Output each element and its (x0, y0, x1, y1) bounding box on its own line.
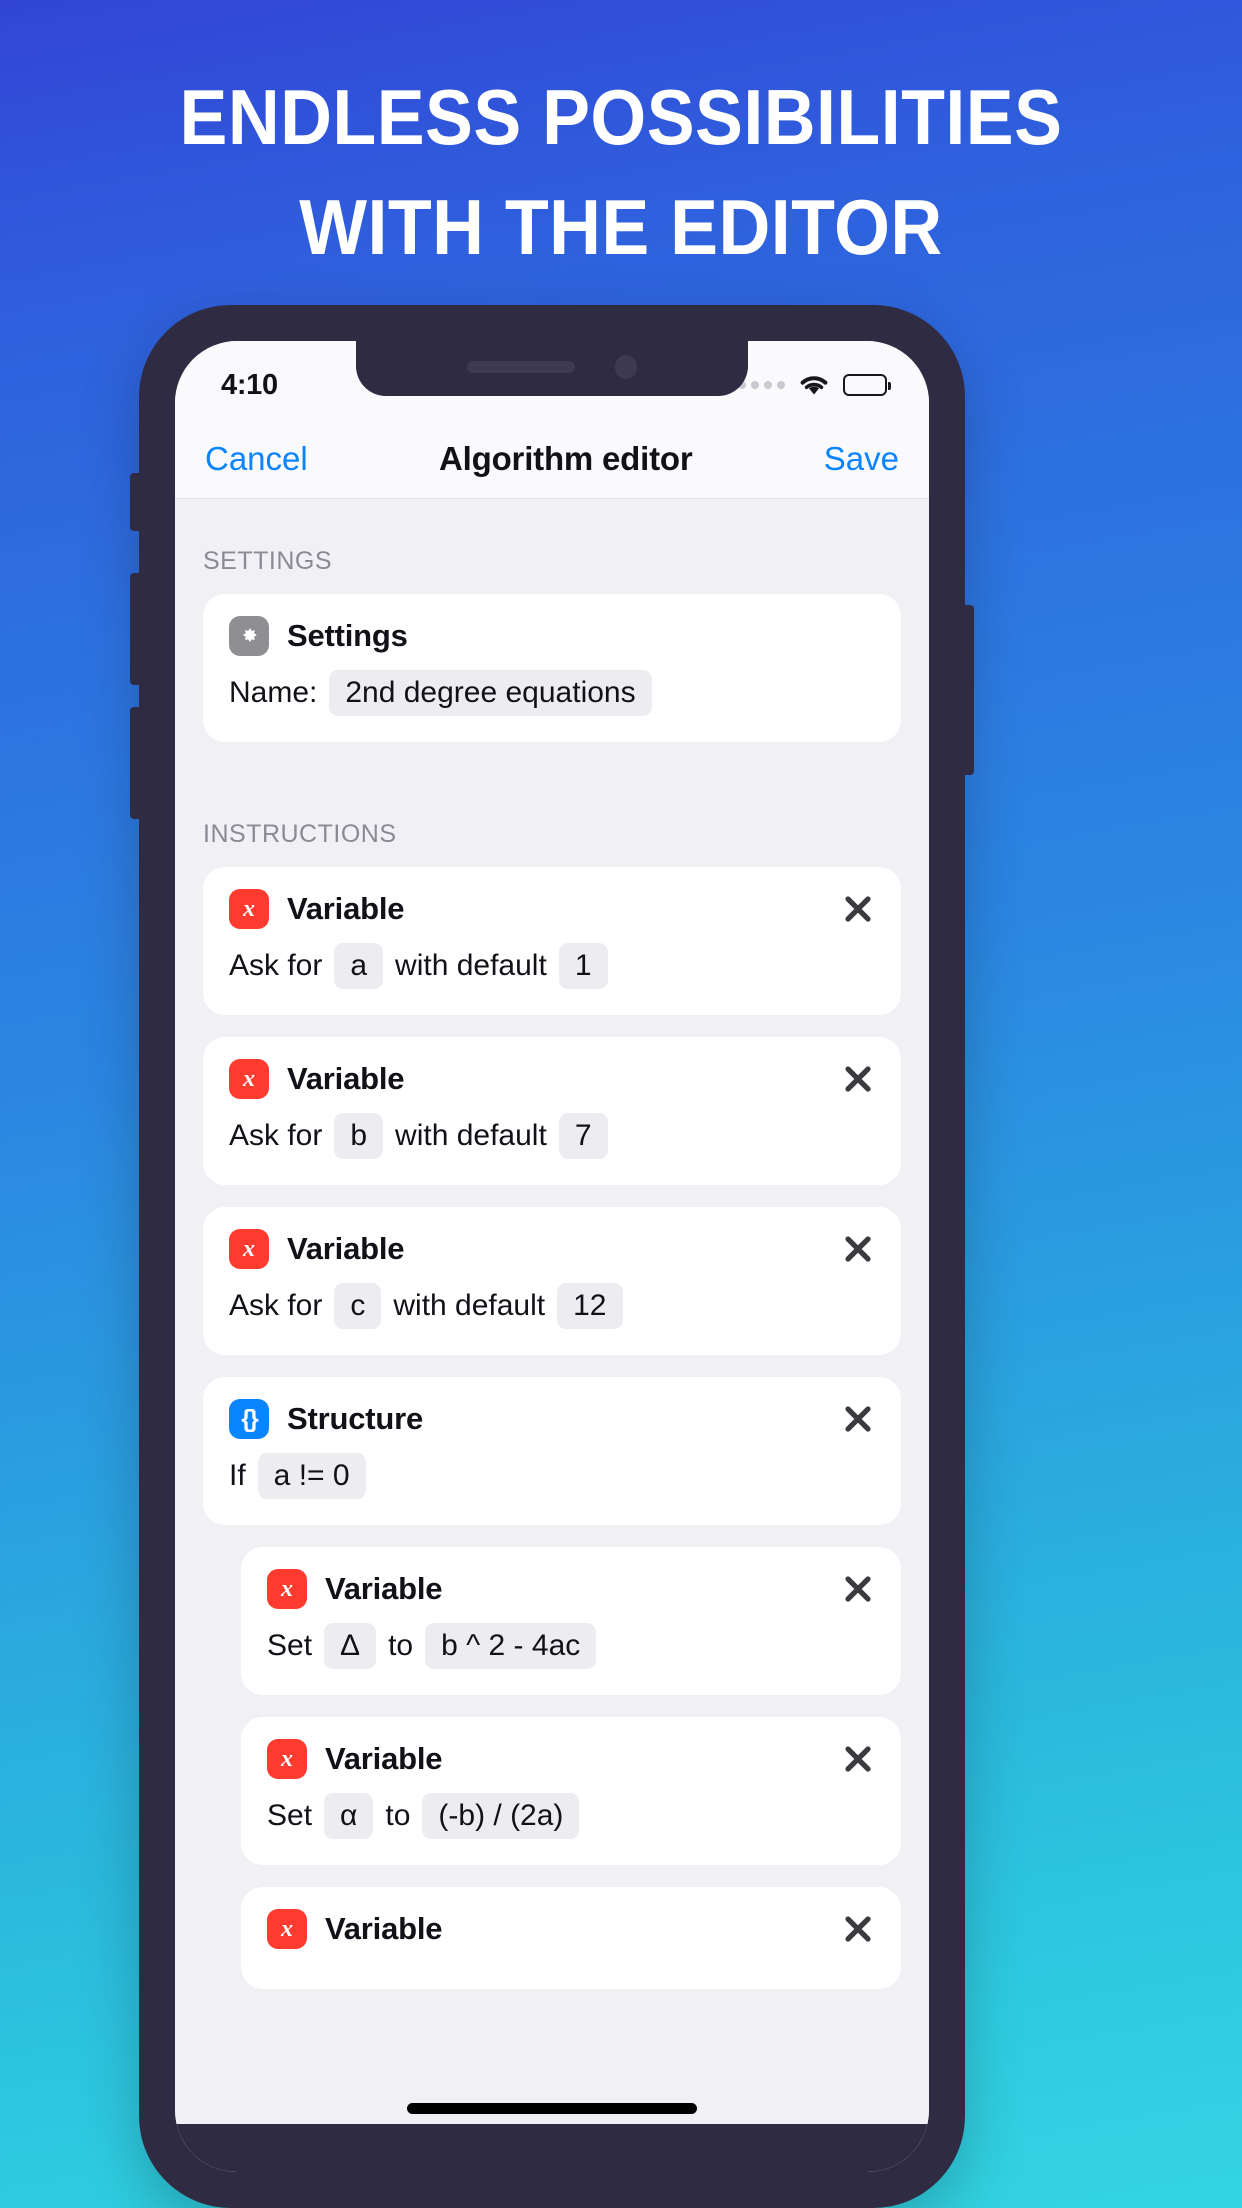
variable-x-icon: x (229, 889, 269, 929)
expression-connector: to (385, 1799, 411, 1832)
status-bar-indicators (738, 373, 891, 397)
power-button[interactable] (962, 605, 974, 775)
instruction-card-title: Variable (287, 1231, 405, 1266)
editor-content[interactable]: SETTINGS Settings Name: 2nd degree equat… (175, 499, 929, 2172)
expression-prefix: Ask for (229, 949, 323, 982)
algorithm-name-input[interactable]: 2nd degree equations (329, 670, 652, 716)
volume-up-button[interactable] (130, 573, 142, 685)
promo-headline: Endless possibilities with the editor (0, 78, 1242, 266)
phone-screen: 4:10 Cancel Algorithm editor Save SETTIN… (175, 341, 929, 2172)
instruction-expression-row: Ask for a with default 1 (229, 943, 875, 989)
close-icon[interactable] (841, 1742, 875, 1776)
expression-token-primary[interactable]: Δ (324, 1623, 377, 1669)
headline-line-2: with the editor (299, 183, 943, 271)
expression-prefix: If (229, 1459, 246, 1492)
volume-down-button[interactable] (130, 707, 142, 819)
instruction-card[interactable]: x Variable Ask for a with default 1 (203, 867, 901, 1015)
instruction-card-title: Variable (325, 1911, 443, 1946)
variable-x-icon: x (267, 1909, 307, 1949)
braces-icon: {} (229, 1399, 269, 1439)
instruction-card-header: x Variable (229, 1059, 875, 1099)
variable-x-icon: x (267, 1569, 307, 1609)
cancel-button[interactable]: Cancel (205, 440, 308, 478)
settings-card[interactable]: Settings Name: 2nd degree equations (203, 594, 901, 742)
instruction-card-header: x Variable (229, 1229, 875, 1269)
instruction-expression-row: Set α to (-b) / (2a) (267, 1793, 875, 1839)
close-icon[interactable] (841, 1572, 875, 1606)
phone-notch (356, 341, 748, 396)
settings-card-title: Settings (287, 618, 408, 653)
expression-prefix: Ask for (229, 1289, 323, 1322)
instruction-card[interactable]: x Variable Set Δto b ^ 2 - 4ac (241, 1547, 901, 1695)
instruction-list: x Variable Ask for a with default 1 x Variable A… (175, 867, 929, 1989)
expression-token-secondary[interactable]: b ^ 2 - 4ac (425, 1623, 597, 1669)
variable-x-icon: x (229, 1229, 269, 1269)
instruction-card-title: Variable (287, 1061, 405, 1096)
screen-bottom-mask (175, 2124, 929, 2172)
expression-prefix: Set (267, 1799, 313, 1832)
instruction-card[interactable]: x Variable (241, 1887, 901, 1989)
settings-name-row: Name: 2nd degree equations (229, 670, 875, 716)
expression-token-primary[interactable]: a != 0 (257, 1453, 366, 1499)
expression-token-primary[interactable]: a (334, 943, 384, 989)
instruction-card-header: x Variable (267, 1569, 875, 1609)
app-store-promo-screenshot: Endless possibilities with the editor 4:… (0, 0, 1242, 2208)
signal-dots-icon (738, 381, 785, 389)
instruction-expression-row: Ask for c with default 12 (229, 1283, 875, 1329)
close-icon[interactable] (841, 892, 875, 926)
instruction-expression-row: Ask for b with default 7 (229, 1113, 875, 1159)
page-title: Algorithm editor (439, 439, 693, 477)
variable-x-icon: x (229, 1059, 269, 1099)
instruction-card[interactable]: x Variable Ask for b with default 7 (203, 1037, 901, 1185)
instruction-card-title: Structure (287, 1401, 424, 1436)
instruction-card[interactable]: {} Structure If a != 0 (203, 1377, 901, 1525)
instruction-card[interactable]: x Variable Set α to (-b) / (2a) (241, 1717, 901, 1865)
expression-token-secondary[interactable]: 12 (557, 1283, 623, 1329)
expression-connector: with default (395, 949, 547, 982)
instruction-card-title: Variable (325, 1571, 443, 1606)
expression-connector: with default (393, 1289, 546, 1322)
instruction-expression-row: Set Δto b ^ 2 - 4ac (267, 1623, 875, 1669)
close-icon[interactable] (841, 1062, 875, 1096)
earpiece-speaker (467, 360, 575, 373)
expression-token-primary[interactable]: c (334, 1283, 382, 1329)
instruction-card-header: x Variable (229, 889, 875, 929)
close-icon[interactable] (841, 1232, 875, 1266)
expression-token-secondary[interactable]: (-b) / (2a) (422, 1793, 580, 1839)
instruction-card[interactable]: x Variable Ask for c with default 12 (203, 1207, 901, 1355)
variable-x-icon: x (267, 1739, 307, 1779)
phone-mockup: 4:10 Cancel Algorithm editor Save SETTIN… (130, 305, 1104, 2208)
wifi-icon (798, 373, 830, 397)
status-bar-clock: 4:10 (221, 368, 278, 401)
expression-prefix: Ask for (229, 1119, 323, 1152)
expression-token-primary[interactable]: b (334, 1113, 384, 1159)
section-header-settings: SETTINGS (203, 547, 333, 575)
expression-prefix: Set (267, 1629, 313, 1662)
instruction-card-title: Variable (325, 1741, 443, 1776)
settings-card-header: Settings (229, 616, 875, 656)
close-icon[interactable] (841, 1912, 875, 1946)
expression-token-primary[interactable]: α (324, 1793, 374, 1839)
phone-frame: 4:10 Cancel Algorithm editor Save SETTIN… (130, 305, 974, 2208)
gear-icon (229, 616, 269, 656)
navigation-bar: Cancel Algorithm editor Save (175, 419, 929, 499)
expression-connector: with default (395, 1119, 547, 1152)
instruction-card-header: {} Structure (229, 1399, 875, 1439)
section-header-instructions: INSTRUCTIONS (203, 820, 397, 848)
front-camera (615, 354, 637, 379)
battery-icon (843, 374, 891, 396)
instruction-card-title: Variable (287, 891, 405, 926)
name-label: Name: (229, 676, 318, 709)
instruction-card-header: x Variable (267, 1739, 875, 1779)
save-button[interactable]: Save (824, 440, 899, 478)
close-icon[interactable] (841, 1402, 875, 1436)
expression-connector: to (388, 1629, 414, 1662)
instruction-expression-row: If a != 0 (229, 1453, 875, 1499)
instruction-card-header: x Variable (267, 1909, 875, 1949)
expression-token-secondary[interactable]: 7 (558, 1113, 608, 1159)
mute-switch[interactable] (130, 473, 142, 531)
expression-token-secondary[interactable]: 1 (558, 943, 608, 989)
headline-line-1: Endless possibilities (179, 73, 1063, 161)
